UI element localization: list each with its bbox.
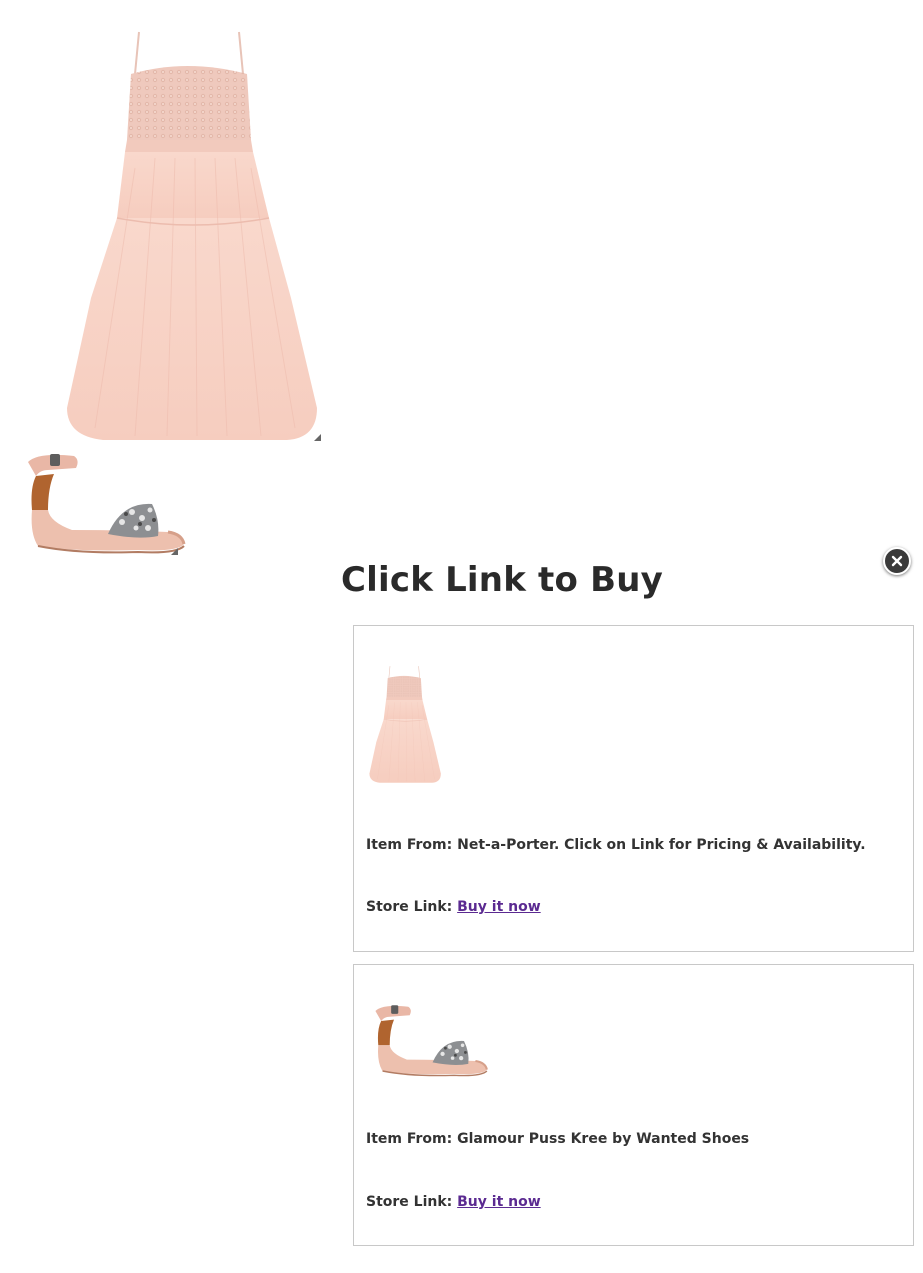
store-link-label: Store Link:	[366, 1194, 453, 1210]
close-button[interactable]	[883, 547, 911, 575]
buy-it-now-link[interactable]: Buy it now	[457, 1194, 541, 1210]
item-card: Item From: Net-a-Porter. Click on Link f…	[353, 625, 914, 952]
item-thumbnail	[374, 1004, 488, 1077]
store-link-row: Store Link: Buy it now	[366, 899, 541, 915]
item-card: Item From: Glamour Puss Kree by Wanted S…	[353, 964, 914, 1246]
modal-title: Click Link to Buy	[341, 560, 663, 600]
dress-image[interactable]	[55, 28, 335, 448]
resize-handle[interactable]	[314, 434, 321, 441]
item-thumbnail	[369, 665, 442, 784]
item-source: Item From: Net-a-Porter. Click on Link f…	[366, 837, 866, 853]
item-source: Item From: Glamour Puss Kree by Wanted S…	[366, 1131, 750, 1147]
buy-it-now-link[interactable]: Buy it now	[457, 899, 541, 915]
resize-handle[interactable]	[171, 548, 178, 555]
store-link-label: Store Link:	[366, 899, 453, 915]
close-icon	[891, 555, 903, 567]
store-link-row: Store Link: Buy it now	[366, 1194, 541, 1210]
sandal-image[interactable]	[18, 448, 188, 560]
